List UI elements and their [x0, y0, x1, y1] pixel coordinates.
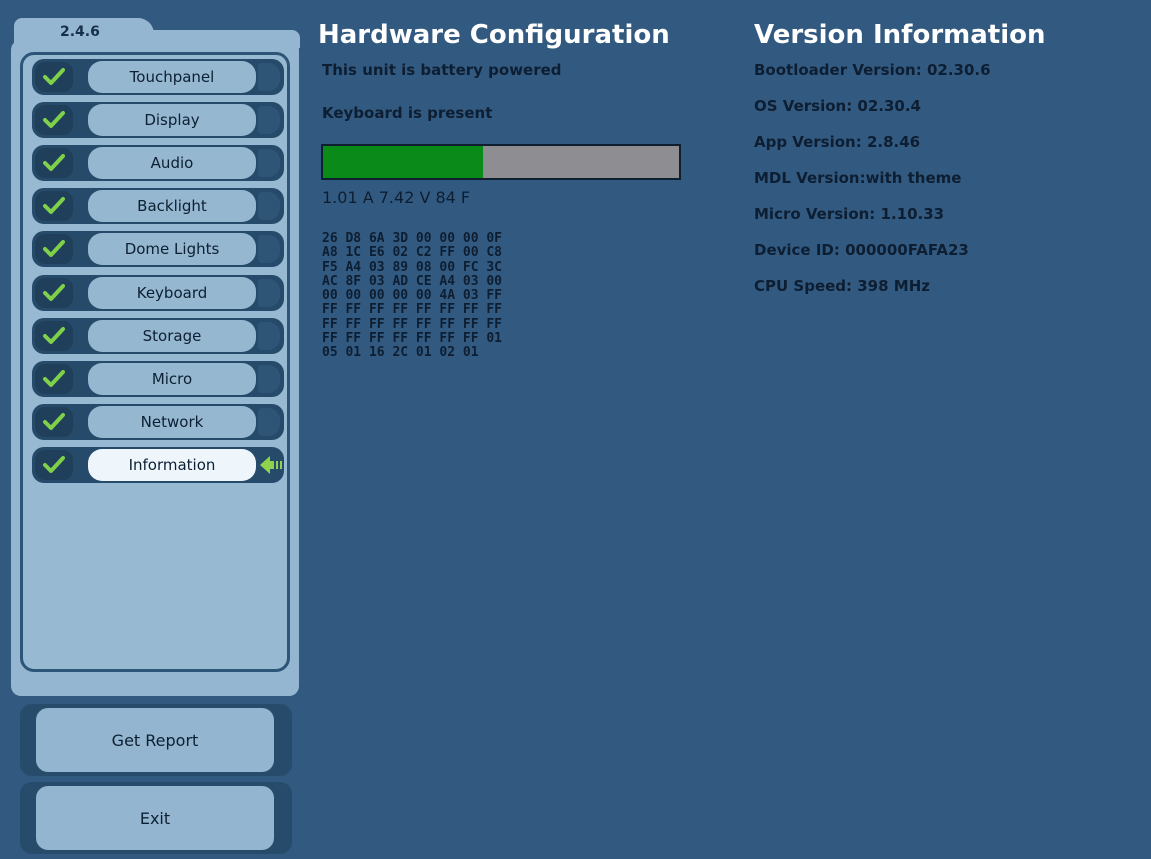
nav-tab-tail — [258, 192, 280, 221]
check-icon — [35, 105, 73, 136]
check-icon — [35, 449, 73, 480]
nav-button-touchpanel[interactable]: Touchpanel — [88, 61, 256, 93]
version-line: Device ID: 000000FAFA23 — [754, 241, 969, 259]
nav-button-micro[interactable]: Micro — [88, 362, 256, 395]
hardware-title: Hardware Configuration — [318, 20, 670, 50]
hex-row: FF FF FF FF FF FF FF 01 — [322, 331, 503, 347]
version-line: MDL Version:with theme — [754, 169, 962, 187]
nav-button-display[interactable]: Display — [88, 104, 256, 137]
version-line: OS Version: 02.30.4 — [754, 97, 921, 115]
nav-tab-tail — [258, 364, 280, 393]
nav-tab-tail — [258, 407, 280, 436]
battery-progress-bar — [321, 144, 681, 180]
nav-tab-tail — [258, 149, 280, 178]
exit-button[interactable]: Exit — [36, 786, 274, 850]
nav-tab-tail — [258, 321, 280, 350]
check-icon — [35, 62, 73, 92]
nav-row-audio: Audio — [32, 145, 284, 182]
hex-dump: 26 D8 6A 3D 00 00 00 0F A8 1C E6 02 C2 FF… — [322, 231, 503, 361]
version-line: CPU Speed: 398 MHz — [754, 277, 930, 295]
version-title: Version Information — [754, 20, 1046, 50]
nav-row-storage: Storage — [32, 317, 284, 354]
hex-row: AC 8F 03 AD CE A4 03 00 — [322, 273, 503, 289]
version-tab: 2.4.6 — [14, 18, 154, 48]
check-icon — [35, 363, 73, 394]
nav-row-backlight: Backlight — [32, 188, 284, 225]
hex-row: 00 00 00 00 00 4A 03 FF — [322, 288, 503, 304]
nav-row-information: Information — [32, 446, 286, 483]
nav-row-keyboard: Keyboard — [32, 274, 284, 311]
version-tab-label: 2.4.6 — [60, 24, 100, 40]
nav-button-dome-lights[interactable]: Dome Lights — [88, 233, 256, 266]
hex-row: 05 01 16 2C 01 02 01 — [322, 345, 479, 361]
nav-tab-tail — [258, 235, 280, 264]
nav-row-micro: Micro — [32, 360, 284, 397]
keyboard-status: Keyboard is present — [322, 104, 493, 122]
nav-button-network[interactable]: Network — [88, 405, 256, 438]
get-report-button[interactable]: Get Report — [36, 708, 274, 772]
power-readings: 1.01 A 7.42 V 84 F — [322, 188, 471, 207]
nav-row-network: Network — [32, 403, 284, 440]
check-icon — [35, 191, 73, 222]
check-icon — [35, 406, 73, 437]
hex-row: FF FF FF FF FF FF FF FF — [322, 316, 503, 332]
check-icon — [35, 277, 73, 308]
nav-button-backlight[interactable]: Backlight — [88, 190, 256, 223]
exit-row: Exit — [20, 782, 292, 854]
nav-button-audio[interactable]: Audio — [88, 147, 256, 180]
hex-row: FF FF FF FF FF FF FF FF — [322, 302, 503, 318]
check-icon — [35, 320, 73, 351]
hex-row: 26 D8 6A 3D 00 00 00 0F — [322, 231, 503, 246]
nav-row-dome-lights: Dome Lights — [32, 231, 284, 268]
nav-tab-tail — [258, 63, 280, 91]
nav-button-keyboard[interactable]: Keyboard — [88, 276, 256, 309]
selected-arrow-icon — [258, 451, 286, 479]
nav-tab-tail — [258, 278, 280, 307]
get-report-row: Get Report — [20, 704, 292, 776]
nav-tab-tail — [258, 106, 280, 135]
hex-row: A8 1C E6 02 C2 FF 00 C8 — [322, 245, 503, 261]
check-icon — [35, 234, 73, 265]
version-line: App Version: 2.8.46 — [754, 133, 921, 151]
nav-row-display: Display — [32, 102, 284, 139]
nav-button-information[interactable]: Information — [88, 448, 256, 481]
version-line: Micro Version: 1.10.33 — [754, 205, 945, 223]
battery-status: This unit is battery powered — [322, 61, 562, 79]
nav-button-storage[interactable]: Storage — [88, 319, 256, 352]
battery-progress-fill — [323, 146, 484, 178]
check-icon — [35, 148, 73, 179]
nav-row-touchpanel: Touchpanel — [32, 59, 284, 95]
hex-row: F5 A4 03 89 08 00 FC 3C — [322, 259, 503, 275]
version-line: Bootloader Version: 02.30.6 — [754, 61, 991, 79]
